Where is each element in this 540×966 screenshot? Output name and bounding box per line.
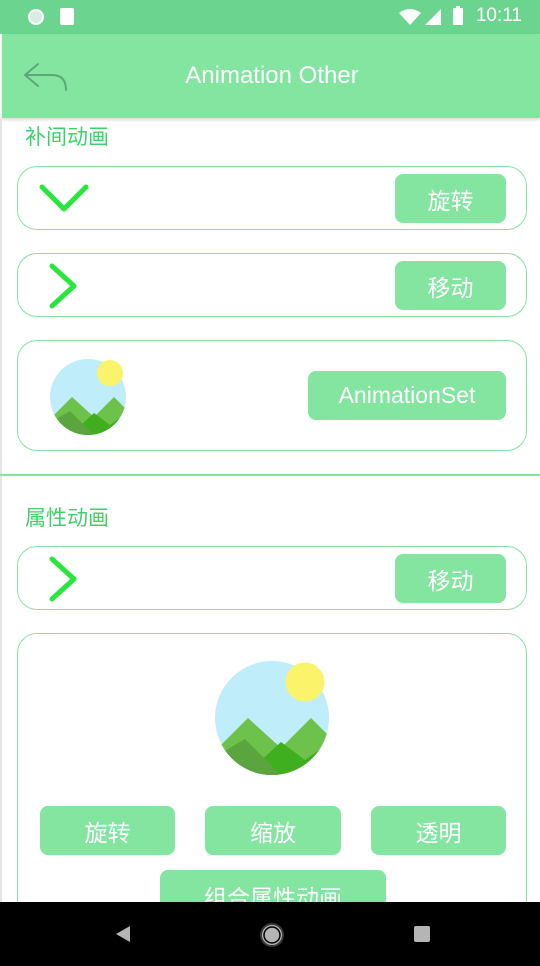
left-edge-line xyxy=(0,118,2,902)
section-divider xyxy=(0,474,540,476)
property-alpha-button[interactable]: 透明 xyxy=(371,806,506,855)
tween-rotate-card: 旋转 xyxy=(17,166,527,230)
notification-dot-icon xyxy=(28,9,44,25)
tween-move-card: 移动 xyxy=(17,253,527,317)
wifi-icon xyxy=(399,9,421,25)
property-section-header: 属性动画 xyxy=(25,506,109,530)
chevron-down-icon xyxy=(39,184,89,212)
app-bar: Animation Other xyxy=(2,34,540,118)
battery-icon xyxy=(453,6,463,25)
property-move-card: 移动 xyxy=(17,546,527,610)
status-time: 10:11 xyxy=(475,5,522,26)
nav-recents-icon[interactable] xyxy=(414,926,430,942)
property-move-button[interactable]: 移动 xyxy=(395,554,506,603)
nav-back-icon[interactable] xyxy=(114,924,132,944)
signal-icon xyxy=(425,9,441,25)
chevron-right-icon xyxy=(49,556,77,602)
property-scale-button[interactable]: 缩放 xyxy=(205,806,341,855)
property-image-card: 旋转 缩放 透明 组合属性动画 xyxy=(17,633,527,933)
tween-move-button[interactable]: 移动 xyxy=(395,261,506,310)
animation-set-button[interactable]: AnimationSet xyxy=(308,371,506,420)
landscape-image-icon xyxy=(50,359,126,435)
page-title: Animation Other xyxy=(185,62,359,89)
tween-section-header: 补间动画 xyxy=(25,125,109,149)
sd-card-icon xyxy=(60,8,74,25)
property-rotate-button[interactable]: 旋转 xyxy=(40,806,175,855)
navigation-bar xyxy=(0,902,540,966)
landscape-image-icon xyxy=(215,661,329,775)
tween-rotate-button[interactable]: 旋转 xyxy=(395,174,506,223)
chevron-right-icon xyxy=(49,263,77,309)
tween-set-card: AnimationSet xyxy=(17,340,527,451)
status-bar: 10:11 xyxy=(0,0,540,34)
nav-home-icon[interactable] xyxy=(259,922,285,948)
